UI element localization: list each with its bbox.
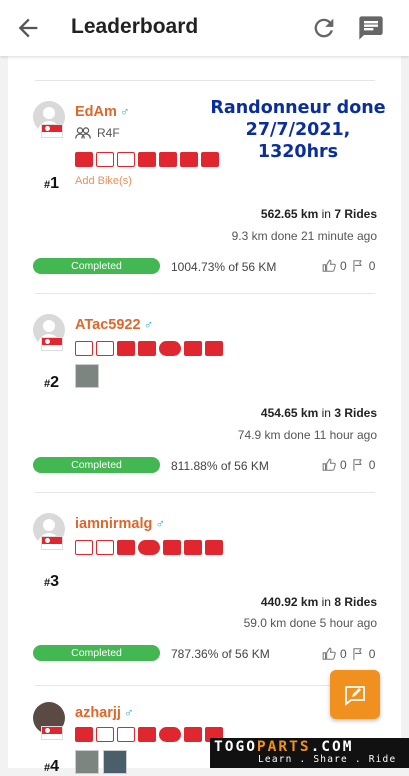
male-icon: ♂ (123, 705, 134, 720)
singapore-flag-icon (41, 124, 63, 138)
reactions: 0 0 (322, 259, 375, 273)
app-bar: Leaderboard (0, 0, 409, 56)
chat-icon[interactable] (357, 14, 385, 42)
achievement-badges (75, 727, 223, 742)
divider (35, 293, 375, 294)
map-badge-icon (159, 727, 181, 742)
bike-badge-icon (117, 727, 135, 742)
compose-message-button[interactable] (330, 670, 380, 719)
status-badge: Completed (33, 645, 160, 661)
male-icon: ♂ (155, 516, 166, 531)
badge-icon (180, 152, 198, 167)
progress-text: 1004.73% of 56 KM (171, 260, 277, 274)
muscle-badge-icon (205, 540, 223, 555)
flag-icon[interactable] (351, 259, 365, 273)
badge-icon (75, 152, 93, 167)
bike-photo-thumbnail[interactable] (75, 750, 99, 774)
badge-icon (117, 540, 135, 555)
page-title: Leaderboard (71, 15, 199, 38)
male-icon: ♂ (143, 317, 154, 332)
reactions: 0 0 (322, 647, 375, 661)
back-arrow-icon[interactable] (14, 14, 42, 42)
bike-badge-icon (159, 152, 177, 167)
thumbs-up-icon[interactable] (322, 647, 336, 661)
badge-icon (138, 152, 156, 167)
singapore-flag-icon (41, 726, 63, 740)
male-icon: ♂ (119, 104, 130, 119)
rank-label: #1 (44, 175, 60, 192)
owl-badge-icon (184, 540, 202, 555)
bike-badge-icon (138, 341, 156, 356)
achievement-badges (75, 152, 219, 167)
bike-photo-thumbnail[interactable] (103, 750, 127, 774)
map-badge-icon (159, 341, 181, 356)
last-ride-text: 9.3 km done 21 minute ago (231, 229, 377, 243)
singapore-flag-icon (41, 536, 63, 550)
reactions: 0 0 (322, 458, 375, 472)
last-ride-text: 59.0 km done 5 hour ago (243, 616, 377, 630)
progress-text: 811.88% of 56 KM (171, 459, 269, 473)
brand-logo: TOGOPARTS.COM (214, 739, 354, 755)
rank-label: #4 (44, 758, 60, 775)
thumbs-up-icon[interactable] (322, 259, 336, 273)
badge-icon (75, 540, 93, 555)
group-label[interactable]: R4F (75, 126, 120, 140)
flag-icon[interactable] (351, 647, 365, 661)
badge-icon (138, 727, 156, 742)
username-link[interactable]: ATac5922 ♂ (75, 317, 153, 333)
singapore-flag-icon (41, 337, 63, 351)
bike-photo-thumbnail[interactable] (75, 364, 99, 388)
badge-icon (184, 341, 202, 356)
divider (35, 80, 375, 81)
badge-icon (75, 341, 93, 356)
annotation-overlay: Randonneur done 27/7/2021, 1320hrs (210, 98, 386, 162)
divider (35, 685, 375, 686)
bike-badge-icon (96, 341, 114, 356)
status-badge: Completed (33, 457, 160, 473)
badge-icon (75, 727, 93, 742)
badge-icon (184, 727, 202, 742)
ride-stats: 440.92 km in 8 Rides (260, 595, 377, 609)
badge-icon (117, 341, 135, 356)
progress-text: 787.36% of 56 KM (171, 647, 270, 661)
ride-stats: 454.65 km in 3 Rides (260, 406, 377, 420)
username-link[interactable]: azharjj ♂ (75, 705, 134, 721)
refresh-icon[interactable] (310, 14, 338, 42)
username-link[interactable]: EdAm ♂ (75, 104, 130, 120)
badge-icon (163, 540, 181, 555)
achievement-badges (75, 540, 223, 555)
divider (35, 492, 375, 493)
muscle-badge-icon (205, 341, 223, 356)
compose-message-icon (345, 686, 365, 706)
status-badge: Completed (33, 258, 160, 274)
flag-icon[interactable] (351, 458, 365, 472)
togoparts-watermark: TOGOPARTS.COM Learn . Share . Ride (210, 738, 409, 768)
add-bike-link[interactable]: Add Bike(s) (75, 175, 132, 187)
thumbs-up-icon[interactable] (322, 458, 336, 472)
achievement-badges (75, 341, 223, 356)
last-ride-text: 74.9 km done 11 hour ago (237, 428, 377, 442)
group-icon (75, 127, 91, 139)
rank-label: #2 (44, 374, 60, 391)
badge-icon (96, 152, 114, 167)
bike-badge-icon (96, 540, 114, 555)
username-link[interactable]: iamnirmalg ♂ (75, 516, 165, 532)
map-badge-icon (138, 540, 160, 555)
brand-tagline: Learn . Share . Ride (258, 754, 397, 765)
bike-badge-icon (117, 152, 135, 167)
rank-label: #3 (44, 573, 60, 590)
badge-icon (96, 727, 114, 742)
ride-stats: 562.65 km in 7 Rides (260, 207, 377, 221)
